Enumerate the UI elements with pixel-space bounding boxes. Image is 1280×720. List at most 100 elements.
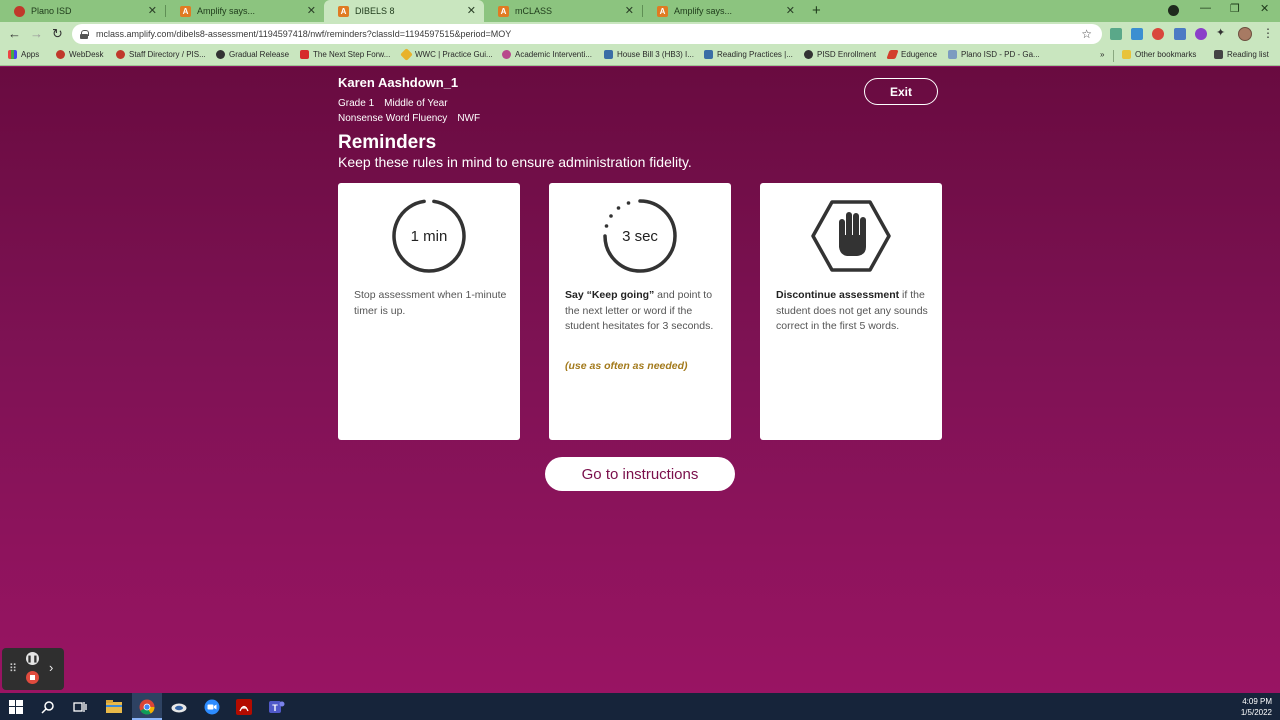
tab-title: Amplify says... (197, 6, 256, 16)
assessment-meta-line-1: Grade 1 Middle of Year (338, 98, 448, 109)
tab-plano-isd[interactable]: Plano ISD ✕ (0, 0, 165, 22)
reminder-card-discontinue: Discontinue assessment if the student do… (760, 183, 942, 440)
grade-label: Grade 1 (338, 98, 375, 109)
pause-icon[interactable]: ❚❚ (26, 652, 39, 665)
reminder-text-bold: Discontinue assessment (776, 289, 900, 301)
address-bar[interactable]: mclass.amplify.com/dibels8-assessment/11… (72, 24, 1102, 44)
back-arrow-icon[interactable]: ← (8, 26, 21, 41)
measure-code: NWF (457, 113, 481, 124)
zoom-icon[interactable] (202, 697, 222, 717)
tab-dibels-8[interactable]: A DIBELS 8 ✕ (324, 0, 484, 22)
minimize-icon[interactable]: — (1200, 2, 1211, 14)
bookmark-wwc[interactable]: WWC | Practice Gui... (400, 48, 493, 61)
tab-search-icon[interactable] (1168, 5, 1179, 16)
tab-close-icon[interactable]: ✕ (786, 4, 795, 17)
globe-icon (804, 50, 813, 59)
reminder-text-bold: Say “Keep going” (565, 289, 655, 301)
timer-label: 3 sec (622, 228, 658, 245)
three-second-timer-icon: 3 sec (603, 199, 677, 273)
file-explorer-icon[interactable] (104, 697, 124, 717)
assessment-meta-line-2: Nonsense Word Fluency NWF (338, 113, 480, 124)
reload-icon[interactable]: ↻ (52, 26, 63, 42)
vpn-cloud-icon[interactable] (169, 697, 189, 717)
bookmark-reading-list[interactable]: Reading list (1214, 50, 1269, 59)
plano-favicon-icon (14, 5, 25, 17)
tab-close-icon[interactable]: ✕ (307, 4, 316, 17)
reminder-note: (use as often as needed) (565, 360, 688, 372)
tab-close-icon[interactable]: ✕ (625, 4, 634, 17)
search-icon[interactable] (38, 697, 58, 717)
measure-label: Nonsense Word Fluency (338, 113, 448, 124)
tab-title: Amplify says... (674, 6, 733, 16)
windows-taskbar: T 4:09 PM 1/5/2022 (0, 693, 1280, 720)
tab-close-icon[interactable]: ✕ (148, 4, 157, 17)
tab-amplify-says-2[interactable]: A Amplify says... ✕ (643, 0, 803, 22)
restore-icon[interactable]: ❐ (1230, 2, 1240, 15)
bookmark-favicon-icon (704, 50, 713, 59)
extension-icon[interactable] (1131, 28, 1143, 40)
bookmark-pisd-enrollment[interactable]: PISD Enrollment (804, 50, 876, 59)
profile-avatar[interactable] (1238, 27, 1252, 41)
bookmarks-overflow-chevron-icon[interactable]: » (1100, 50, 1104, 59)
bookmark-staff-directory[interactable]: Staff Directory / PIS... (116, 50, 206, 59)
system-clock[interactable]: 4:09 PM 1/5/2022 (1241, 696, 1272, 718)
clock-time: 4:09 PM (1242, 697, 1272, 706)
reminder-text: Stop assessment when 1-minute timer is u… (354, 288, 514, 319)
go-to-instructions-button[interactable]: Go to instructions (545, 457, 735, 491)
bookmark-next-step[interactable]: The Next Step Forw... (300, 50, 390, 59)
extension-icon[interactable] (1174, 28, 1186, 40)
acrobat-icon[interactable] (234, 697, 254, 717)
drag-grip-icon[interactable]: ⠿ (9, 662, 17, 675)
teams-icon[interactable]: T (267, 697, 287, 717)
bookmark-edugence[interactable]: Edugence (886, 50, 937, 59)
bookmark-favicon-icon (56, 50, 65, 59)
exit-button[interactable]: Exit (864, 78, 938, 105)
bookmark-gradual-release[interactable]: Gradual Release (216, 50, 289, 59)
bookmark-webdesk[interactable]: WebDesk (56, 50, 104, 59)
expand-arrow-icon[interactable]: › (49, 660, 53, 675)
url-text: mclass.amplify.com/dibels8-assessment/11… (96, 29, 512, 39)
bookmark-other-bookmarks[interactable]: Other bookmarks (1122, 50, 1196, 59)
puzzle-extensions-icon[interactable]: ✦ (1216, 26, 1228, 39)
chrome-icon[interactable] (137, 697, 157, 717)
reading-list-icon (1214, 50, 1223, 59)
amplify-favicon-icon: A (338, 5, 349, 17)
amplify-favicon-icon: A (498, 5, 509, 17)
bookmark-favicon-icon (300, 50, 309, 59)
reminders-page: Karen Aashdown_1 Grade 1 Middle of Year … (0, 67, 1280, 693)
reminder-card-timer: 1 min Stop assessment when 1-minute time… (338, 183, 520, 440)
bookmark-apps[interactable]: Apps (8, 50, 39, 59)
bookmark-plano-pd[interactable]: Plano ISD - PD - Ga... (948, 50, 1040, 59)
task-view-icon[interactable] (70, 697, 90, 717)
tab-amplify-says-1[interactable]: A Amplify says... ✕ (166, 0, 324, 22)
tab-close-icon[interactable]: ✕ (467, 4, 476, 17)
screen-recorder-widget: ⠿ ❚❚ › (2, 648, 64, 690)
bookmarks-bar: Apps WebDesk Staff Directory / PIS... Gr… (0, 46, 1280, 66)
tab-mclass[interactable]: A mCLASS ✕ (484, 0, 642, 22)
clock-date: 1/5/2022 (1240, 708, 1272, 717)
extension-icon[interactable] (1195, 28, 1207, 40)
bookmarks-divider (1113, 50, 1114, 62)
bookmark-reading-practices[interactable]: Reading Practices |... (704, 50, 793, 59)
stop-record-icon[interactable] (26, 671, 39, 684)
bookmark-academic-intervention[interactable]: Academic Interventi... (502, 50, 592, 59)
bookmark-star-icon[interactable]: ☆ (1081, 27, 1092, 41)
browser-tab-bar: Plano ISD ✕ A Amplify says... ✕ A DIBELS… (0, 0, 1280, 22)
lock-icon (80, 29, 89, 39)
page-subtitle: Keep these rules in mind to ensure admin… (338, 154, 692, 170)
forward-arrow-icon[interactable]: → (30, 26, 43, 41)
extension-icon[interactable] (1110, 28, 1122, 40)
reminder-text: Say “Keep going” and point to the next l… (565, 288, 725, 335)
extension-icon[interactable] (1152, 28, 1164, 40)
bookmark-house-bill-3[interactable]: House Bill 3 (HB3) I... (604, 50, 694, 59)
globe-icon (216, 50, 225, 59)
new-tab-plus-icon[interactable]: + (812, 2, 821, 19)
folder-icon (1122, 50, 1131, 59)
browser-menu-icon[interactable]: ⋮ (1262, 26, 1274, 40)
window-close-icon[interactable]: ✕ (1260, 2, 1269, 15)
windows-start-icon[interactable] (6, 697, 26, 717)
reminder-text: Discontinue assessment if the student do… (776, 288, 936, 335)
one-minute-timer-icon: 1 min (392, 199, 466, 273)
tab-title: DIBELS 8 (355, 6, 395, 16)
amplify-favicon-icon: A (657, 5, 668, 17)
